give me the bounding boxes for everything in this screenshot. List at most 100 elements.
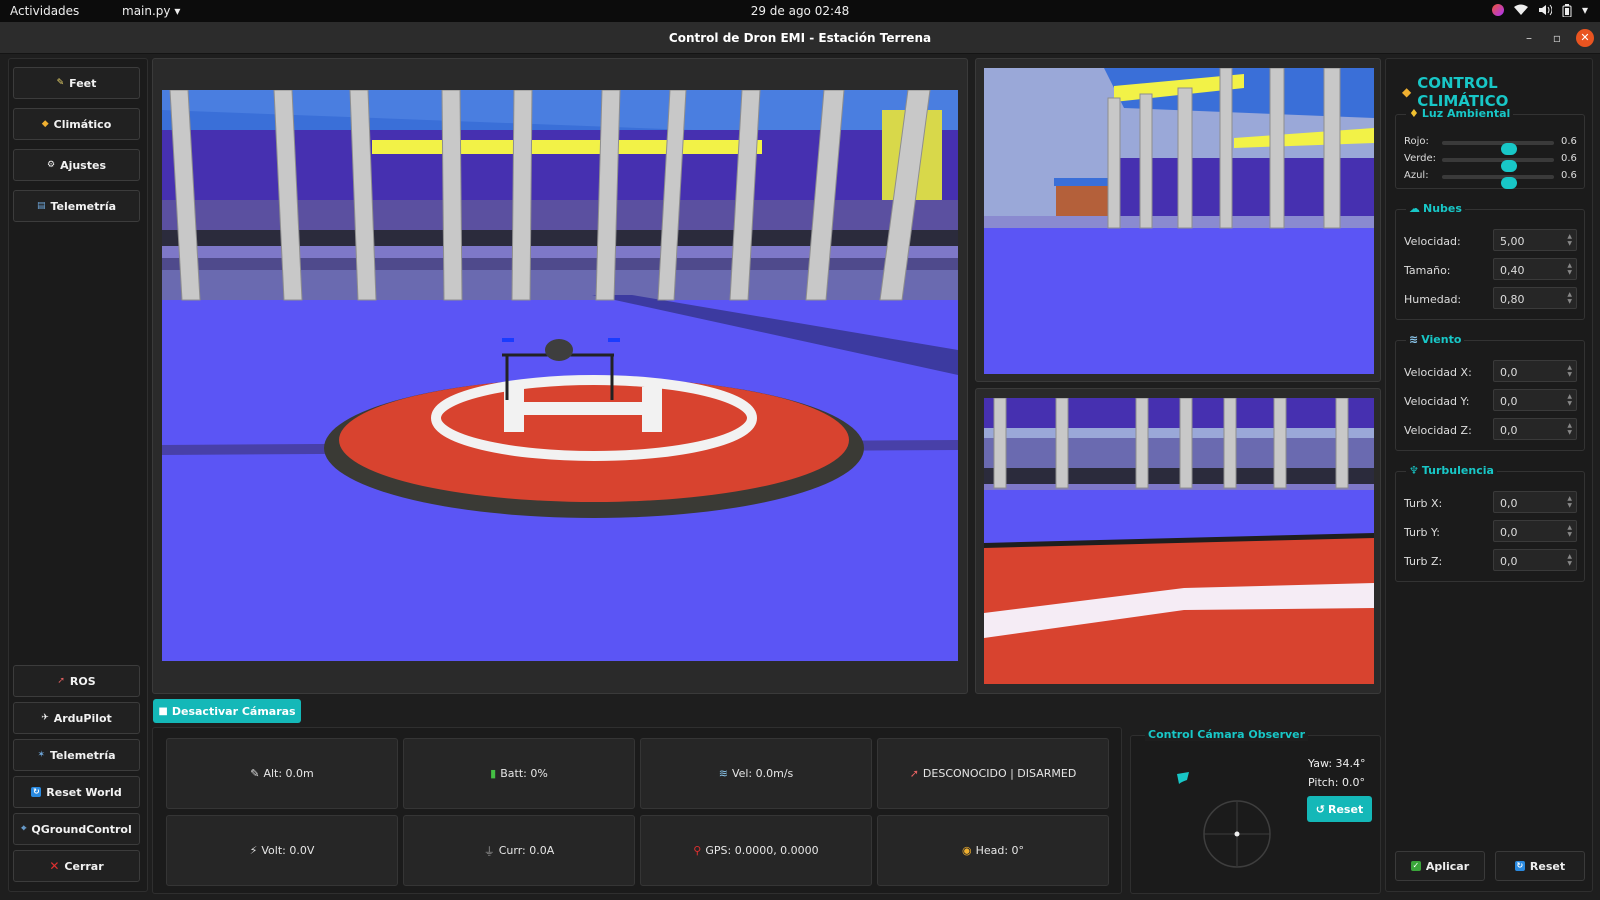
observer-title: Control Cámara Observer (1145, 728, 1309, 741)
telemetry-grid: ✎ Alt: 0.0m ▮ Batt: 0% ≋ Vel: 0.0m/s ➚ DESCO… (152, 727, 1122, 894)
spin-arrows-icon[interactable]: ▲ ▼ (1567, 495, 1572, 509)
maximize-icon[interactable]: ▫ (1548, 29, 1566, 47)
system-top-bar: Actividades main.py ▾ 29 de ago 02:48 ▾ (0, 0, 1600, 22)
spin-arrows-icon[interactable]: ▲ ▼ (1567, 393, 1572, 407)
wind-z-input[interactable]: 0,0 ▲ ▼ (1493, 418, 1577, 440)
wind-x-input[interactable]: 0,0 ▲ ▼ (1493, 360, 1577, 382)
wind-y-input[interactable]: 0,0 ▲ ▼ (1493, 389, 1577, 411)
spin-arrows-icon[interactable]: ▲ ▼ (1567, 262, 1572, 276)
apply-button[interactable]: ✓ Aplicar (1395, 851, 1485, 881)
reset-icon: ↺ (1315, 802, 1325, 816)
sidebar-button-ardupilot[interactable]: ✈ ArduPilot (13, 702, 140, 734)
observer-pitch: Pitch: 0.0° (1308, 776, 1365, 789)
battery-icon[interactable] (1562, 3, 1572, 17)
slider-value: 0.6 (1561, 170, 1577, 181)
cloud-size-input[interactable]: 0,40 ▲ ▼ (1493, 258, 1577, 280)
window-title: Control de Dron EMI - Estación Terrena (668, 31, 932, 45)
telemetry-voltage: ⚡ Volt: 0.0V (166, 815, 398, 886)
turbulence-legend: ♆ Turbulencia (1406, 464, 1497, 477)
turb-y-input[interactable]: 0,0 ▲ ▼ (1493, 520, 1577, 542)
observer-reset-label: Reset (1328, 802, 1364, 816)
main-camera-view[interactable] (162, 90, 958, 661)
slider-knob[interactable] (1501, 177, 1518, 189)
sidebar-button-label: Climático (53, 117, 112, 131)
cloud-speed-input[interactable]: 5,00 ▲ ▼ (1493, 229, 1577, 251)
observer-yaw: Yaw: 34.4° (1308, 757, 1366, 770)
turb-x-input[interactable]: 0,0 ▲ ▼ (1493, 491, 1577, 513)
sidebar-button-feet[interactable]: ✎ Feet (13, 67, 140, 99)
clouds-legend: ☁ Nubes (1406, 202, 1465, 215)
slider-label: Verde: (1404, 153, 1437, 164)
wind-icon: ≋ (718, 767, 728, 780)
wifi-icon[interactable] (1513, 4, 1528, 16)
field-label: Humedad: (1404, 293, 1462, 306)
secondary-camera-view-1[interactable] (984, 68, 1374, 374)
field-value: 0,0 (1500, 497, 1518, 510)
spin-arrows-icon[interactable]: ▲ ▼ (1567, 233, 1572, 247)
apply-label: Aplicar (1425, 859, 1470, 873)
sidebar-button-ajustes[interactable]: ⚙ Ajustes (13, 149, 140, 181)
climate-reset-label: Reset (1529, 859, 1566, 873)
spin-arrows-icon[interactable]: ▲ ▼ (1567, 553, 1572, 567)
secondary-camera-view-2[interactable] (984, 398, 1374, 684)
sidebar-button-reset-world[interactable]: ↻ Reset World (13, 776, 140, 808)
observer-reset-button[interactable]: ↺ Reset (1307, 796, 1372, 822)
toggle-cameras-button[interactable]: ■ Desactivar Cámaras (153, 699, 301, 723)
system-tray[interactable]: ▾ (1491, 3, 1588, 17)
clouds-title: Nubes (1423, 202, 1462, 215)
spin-arrows-icon[interactable]: ▲ ▼ (1567, 524, 1572, 538)
field-label: Tamaño: (1404, 264, 1451, 277)
sidebar-button-label: Cerrar (64, 859, 104, 873)
climate-reset-button[interactable]: ↻ Reset (1495, 851, 1585, 881)
slider-track[interactable] (1442, 175, 1554, 189)
app-indicator-icon[interactable] (1491, 4, 1504, 16)
check-icon: ✓ (1410, 861, 1421, 871)
telemetry-value: DESCONOCIDO | DISARMED (922, 767, 1077, 780)
ambient-light-group: ♦ Luz Ambiental Rojo: 0.6 Verde: 0.6 Azul: 0… (1395, 107, 1585, 189)
sidebar-button-qgroundcontrol[interactable]: ⌖ QGroundControl (13, 813, 140, 845)
direction-indicator-icon (1177, 772, 1189, 784)
sidebar-button-cerrar[interactable]: ✕ Cerrar (13, 850, 140, 882)
telemetry-mode: ➚ DESCONOCIDO | DISARMED (877, 738, 1109, 809)
sidebar-button-telemetria[interactable]: ▤ Telemetría (13, 190, 140, 222)
chevron-down-icon: ▾ (174, 4, 181, 18)
wind-z-field: Velocidad Z: 0,0 ▲ ▼ (1404, 418, 1580, 442)
close-window-icon[interactable]: ✕ (1576, 29, 1594, 47)
slider-red[interactable]: Rojo: 0.6 (1404, 135, 1580, 155)
activities-button[interactable]: Actividades (10, 4, 79, 18)
slider-label: Rojo: (1404, 136, 1429, 147)
spin-arrows-icon[interactable]: ▲ ▼ (1567, 422, 1572, 436)
turb-z-input[interactable]: 0,0 ▲ ▼ (1493, 549, 1577, 571)
system-menu-chevron-icon[interactable]: ▾ (1582, 3, 1588, 17)
slider-value: 0.6 (1561, 153, 1577, 164)
spin-arrows-icon[interactable]: ▲ ▼ (1567, 364, 1572, 378)
cloud-speed-field: Velocidad: 5,00 ▲ ▼ (1404, 229, 1580, 253)
sidebar-button-ros[interactable]: ➚ ROS (13, 665, 140, 697)
weather-icon: ◆ (1402, 85, 1412, 99)
slider-blue[interactable]: Azul: 0.6 (1404, 169, 1580, 189)
slider-green[interactable]: Verde: 0.6 (1404, 152, 1580, 172)
tornado-icon: ♆ (1409, 464, 1419, 477)
cloud-humidity-input[interactable]: 0,80 ▲ ▼ (1493, 287, 1577, 309)
cloud-humidity-field: Humedad: 0,80 ▲ ▼ (1404, 287, 1580, 311)
rocket-icon: ➚ (909, 767, 919, 780)
telemetry-current: ⏚ Curr: 0.0A (403, 815, 635, 886)
sidebar-button-telemetria-2[interactable]: ✶ Telemetría (13, 739, 140, 771)
clock[interactable]: 29 de ago 02:48 (0, 4, 1600, 18)
app-menu[interactable]: main.py ▾ (122, 4, 180, 18)
minimize-icon[interactable]: – (1520, 29, 1538, 47)
telemetry-value: Alt: 0.0m (263, 767, 314, 780)
pencil-icon: ✎ (56, 78, 65, 88)
refresh-icon: ↻ (1514, 861, 1525, 871)
spin-arrows-icon[interactable]: ▲ ▼ (1567, 291, 1572, 305)
field-value: 0,40 (1500, 264, 1525, 277)
turbulence-title: Turbulencia (1421, 464, 1494, 477)
slider-track[interactable] (1442, 158, 1554, 172)
secondary-camera-panel-2 (975, 388, 1381, 694)
sidebar-button-label: Feet (69, 76, 97, 90)
volume-icon[interactable] (1538, 4, 1552, 16)
observer-joystick[interactable] (1173, 764, 1275, 868)
slider-track[interactable] (1442, 141, 1554, 155)
sidebar-button-climatico[interactable]: ◆ Climático (13, 108, 140, 140)
satellite-icon: ✶ (37, 750, 45, 760)
